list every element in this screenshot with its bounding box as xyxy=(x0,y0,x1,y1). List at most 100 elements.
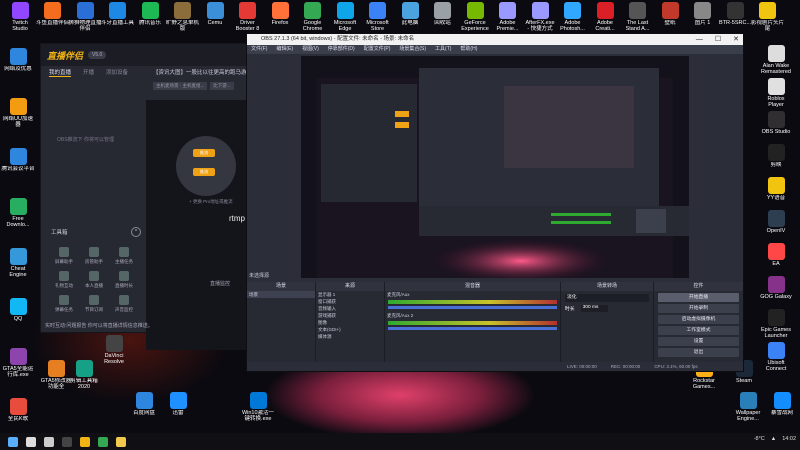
desktop-icon[interactable]: Free Downlo... xyxy=(0,198,36,228)
desktop-icon[interactable]: Google Chrome xyxy=(295,2,331,32)
tool-item[interactable]: 节目订阅 xyxy=(79,295,109,313)
desktop-icon[interactable]: Twitch Studio xyxy=(2,2,38,32)
desktop-icon[interactable]: AfterFX.exe - 快捷方式 xyxy=(522,2,558,32)
scene-item[interactable]: 场景 xyxy=(247,291,315,298)
tool-item[interactable]: 主播任务 xyxy=(109,247,139,265)
settings-button[interactable]: 设置 xyxy=(658,337,739,346)
desktop-icon[interactable]: 图片 1 xyxy=(685,2,721,26)
news-banner[interactable]: 【资讯大图】一股比以往更高的跑马游... xyxy=(153,68,248,76)
menu-item[interactable]: 停靠部件(D) xyxy=(328,45,355,54)
desktop-icon[interactable]: 全民K歌 xyxy=(0,398,36,422)
desktop-icon[interactable]: Roblox Player xyxy=(758,78,794,108)
tool-item[interactable]: 声音监控 xyxy=(109,295,139,313)
chrome-icon[interactable] xyxy=(98,436,108,447)
source-item[interactable]: 窗口捕获 xyxy=(316,298,384,305)
desktop-icon[interactable]: Microsoft Store xyxy=(360,2,396,32)
desktop-icon[interactable]: Ubisoft Connect xyxy=(758,342,794,372)
desktop-icon[interactable]: 旷野之息单机 版 xyxy=(165,2,201,32)
desktop-icon[interactable]: YY语音 xyxy=(758,177,794,201)
menu-item[interactable]: 编辑(E) xyxy=(276,45,293,54)
desktop-icon[interactable]: GOG Galaxy xyxy=(758,276,794,300)
tool-item[interactable]: 礼物互动 xyxy=(49,271,79,289)
tool-item[interactable]: 直播时长 xyxy=(109,271,139,289)
start-recording-button[interactable]: 开始录制 xyxy=(658,304,739,313)
desktop-icon[interactable]: 影视剧片头片 尾 xyxy=(750,2,786,32)
stream-monitor-label[interactable]: 直播监控 xyxy=(210,280,230,287)
tab-my-live[interactable]: 我的直播 xyxy=(49,68,72,77)
desktop-icon[interactable]: 回收站 xyxy=(425,2,461,26)
volume-slider[interactable] xyxy=(388,327,557,330)
menu-item[interactable]: 视图(V) xyxy=(302,45,319,54)
desktop-icon[interactable]: 腾讯会议平台 xyxy=(0,148,36,172)
menu-item[interactable]: 配置文件(P) xyxy=(364,45,391,54)
desktop-icon[interactable]: Wallpaper Engine... xyxy=(730,392,766,422)
desktop-icon[interactable]: Driver Booster 8 xyxy=(230,2,266,32)
push-button-top[interactable]: 推流 xyxy=(193,149,215,157)
source-item[interactable]: 图像 xyxy=(316,319,384,326)
studio-mode-button[interactable]: 工作室模式 xyxy=(658,326,739,335)
scene-tab[interactable]: 主机麦场景 · 主机麦组... xyxy=(153,82,208,90)
desktop-icon[interactable]: 此电脑 xyxy=(392,2,428,26)
desktop-icon[interactable]: 壁纸 xyxy=(652,2,688,26)
desktop-icon[interactable]: Adobe Premie... xyxy=(490,2,526,32)
desktop-icon[interactable]: Adobe Creati... xyxy=(587,2,623,32)
desktop-icon[interactable]: BTR-5SRC... xyxy=(717,2,753,26)
desktop-icon[interactable]: 迅雷 xyxy=(160,392,196,416)
maximize-icon[interactable]: ☐ xyxy=(715,34,721,45)
obs-icon[interactable] xyxy=(62,436,72,447)
desktop-icon[interactable]: 腾讯音乐 xyxy=(132,2,168,26)
weather-temp[interactable]: -8°C xyxy=(754,436,765,442)
source-item[interactable]: 媒体源 xyxy=(316,333,384,340)
start-streaming-button[interactable]: 开始直播 xyxy=(658,293,739,302)
start-icon[interactable] xyxy=(8,436,18,447)
close-icon[interactable]: ✕ xyxy=(733,34,739,45)
tool-item[interactable]: 本人直播 xyxy=(79,271,109,289)
desktop-icon[interactable]: Alan Wake Remastered xyxy=(758,45,794,75)
live-icon[interactable] xyxy=(80,436,90,447)
volume-slider[interactable] xyxy=(388,306,557,309)
start-virtual-camera-button[interactable]: 启动虚拟摄像机 xyxy=(658,315,739,324)
desktop-icon[interactable]: 斗鱼直播伴侣 xyxy=(35,2,71,26)
menu-item[interactable]: 工具(T) xyxy=(435,45,451,54)
tool-item[interactable]: 房管助手 xyxy=(79,247,109,265)
tab-start[interactable]: 开播 xyxy=(83,68,94,77)
desktop-icon[interactable]: 网络UU加速 器 xyxy=(0,98,36,128)
desktop-icon[interactable]: OBS Studio xyxy=(758,111,794,135)
menu-item[interactable]: 文件(F) xyxy=(251,45,267,54)
desktop-icon[interactable]: DaVinci Resolve xyxy=(96,335,132,365)
transition-select[interactable]: 淡化 xyxy=(565,294,649,302)
source-item[interactable]: 音频输入 xyxy=(316,305,384,312)
desktop-icon[interactable]: GeForce Experience xyxy=(457,2,493,32)
obs-preview[interactable] xyxy=(301,56,689,278)
clock[interactable]: 14:02 xyxy=(782,436,796,442)
chevron-up-icon[interactable]: ^ xyxy=(131,227,141,237)
explorer-icon[interactable] xyxy=(116,436,126,447)
network-icon[interactable]: ▲ xyxy=(771,436,776,442)
minimize-icon[interactable]: — xyxy=(696,34,703,45)
desktop-icon[interactable]: Win10激活一 键转换.exe xyxy=(240,392,276,422)
desktop-icon[interactable]: OpenIV xyxy=(758,210,794,234)
desktop-icon[interactable]: Microsoft Edge xyxy=(327,2,363,32)
source-item[interactable]: 文本(GDI+) xyxy=(316,326,384,333)
desktop-icon[interactable]: Epic Games Launcher xyxy=(758,309,794,339)
desktop-icon[interactable]: Cemu xyxy=(197,2,233,26)
search-icon[interactable] xyxy=(26,436,36,447)
add-hint[interactable]: + 更换 Pro地址或推流 xyxy=(189,199,233,205)
desktop-icon[interactable]: Adobe Photosh... xyxy=(555,2,591,32)
desktop-icon[interactable]: QQ xyxy=(0,298,36,322)
source-item[interactable]: 显示器 1 xyxy=(316,291,384,298)
menu-item[interactable]: 帮助(H) xyxy=(460,45,477,54)
desktop-icon[interactable]: 斗牙直播工具 xyxy=(100,2,136,26)
desktop-icon[interactable]: Cheat Engine xyxy=(0,248,36,278)
tab-add-device[interactable]: 添加设备 xyxy=(106,68,128,77)
desktop-icon[interactable]: 网络及优惠 xyxy=(0,48,36,72)
task-view-icon[interactable] xyxy=(44,436,54,447)
desktop-icon[interactable]: 狮狮物理直播 伴侣 xyxy=(67,2,103,32)
tool-item[interactable]: 弹幕任务 xyxy=(49,295,79,313)
menu-item[interactable]: 场景集合(S) xyxy=(399,45,426,54)
exit-button[interactable]: 退出 xyxy=(658,348,739,357)
desktop-icon[interactable]: EA xyxy=(758,243,794,267)
desktop-icon[interactable]: 剪映 xyxy=(758,144,794,168)
desktop-icon[interactable]: The Last Stand A... xyxy=(620,2,656,32)
tool-item[interactable]: 屏幕助手 xyxy=(49,247,79,265)
